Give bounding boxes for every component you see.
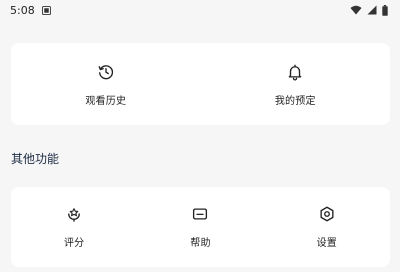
wifi-icon xyxy=(350,5,362,15)
settings-tile[interactable]: 设置 xyxy=(264,187,390,267)
my-reservations-tile[interactable]: 我的预定 xyxy=(201,43,391,125)
status-bar: 5:08 xyxy=(0,0,400,20)
quick-actions-card: 观看历史 我的预定 xyxy=(11,43,390,125)
watch-history-tile[interactable]: 观看历史 xyxy=(11,43,201,125)
help-tile[interactable]: 帮助 xyxy=(137,187,263,267)
history-icon xyxy=(98,65,113,80)
battery-icon xyxy=(382,4,388,16)
status-time: 5:08 xyxy=(10,3,35,17)
other-functions-card: 评分 帮助 设置 xyxy=(11,187,390,267)
rating-tile[interactable]: 评分 xyxy=(11,187,137,267)
rating-label: 评分 xyxy=(63,238,85,249)
signal-icon xyxy=(367,5,377,15)
section-title-other: 其他功能 xyxy=(11,152,60,166)
notification-icon xyxy=(41,5,51,15)
status-left: 5:08 xyxy=(10,4,51,17)
settings-icon xyxy=(320,206,334,222)
settings-label: 设置 xyxy=(316,238,338,249)
status-right xyxy=(350,4,388,16)
help-label: 帮助 xyxy=(190,238,211,249)
my-reservations-label: 我的预定 xyxy=(274,96,316,107)
help-icon xyxy=(193,208,208,220)
rating-icon xyxy=(68,208,81,222)
watch-history-label: 观看历史 xyxy=(85,96,127,107)
bell-icon xyxy=(288,64,302,81)
